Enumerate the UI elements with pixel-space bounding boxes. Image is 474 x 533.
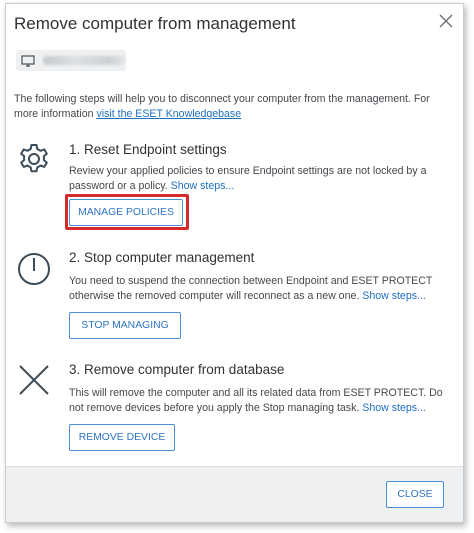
intro-text: The following steps will help you to dis…	[14, 92, 444, 122]
remove-device-button[interactable]: REMOVE DEVICE	[69, 424, 175, 451]
x-icon	[16, 362, 52, 398]
gear-icon	[16, 142, 52, 178]
step-1-show-steps-link[interactable]: Show steps...	[171, 180, 235, 192]
close-icon[interactable]	[437, 12, 455, 30]
remove-computer-dialog: Remove computer from management The foll…	[5, 3, 464, 523]
step-2-title: 2. Stop computer management	[69, 250, 255, 265]
step-1-desc-text: Review your applied policies to ensure E…	[69, 165, 427, 192]
step-1-description: Review your applied policies to ensure E…	[69, 164, 454, 194]
step-3-show-steps-link[interactable]: Show steps...	[362, 402, 426, 414]
step-3-title: 3. Remove computer from database	[69, 362, 285, 377]
manage-policies-button[interactable]: MANAGE POLICIES	[69, 199, 183, 226]
monitor-icon	[21, 54, 35, 67]
knowledgebase-link[interactable]: visit the ESET Knowledgebase	[96, 108, 241, 120]
stop-managing-button[interactable]: STOP MANAGING	[69, 312, 181, 339]
redacted-computer-name	[43, 56, 125, 65]
dialog-footer: CLOSE	[6, 466, 463, 522]
step-1-title: 1. Reset Endpoint settings	[69, 142, 227, 157]
close-button[interactable]: CLOSE	[386, 481, 444, 508]
power-icon	[16, 250, 52, 286]
computer-name-chip	[16, 50, 126, 71]
step-2-show-steps-link[interactable]: Show steps...	[362, 290, 426, 302]
dialog-title: Remove computer from management	[14, 14, 296, 33]
step-2-description: You need to suspend the connection betwe…	[69, 274, 454, 304]
step-3-description: This will remove the computer and all it…	[69, 386, 454, 416]
